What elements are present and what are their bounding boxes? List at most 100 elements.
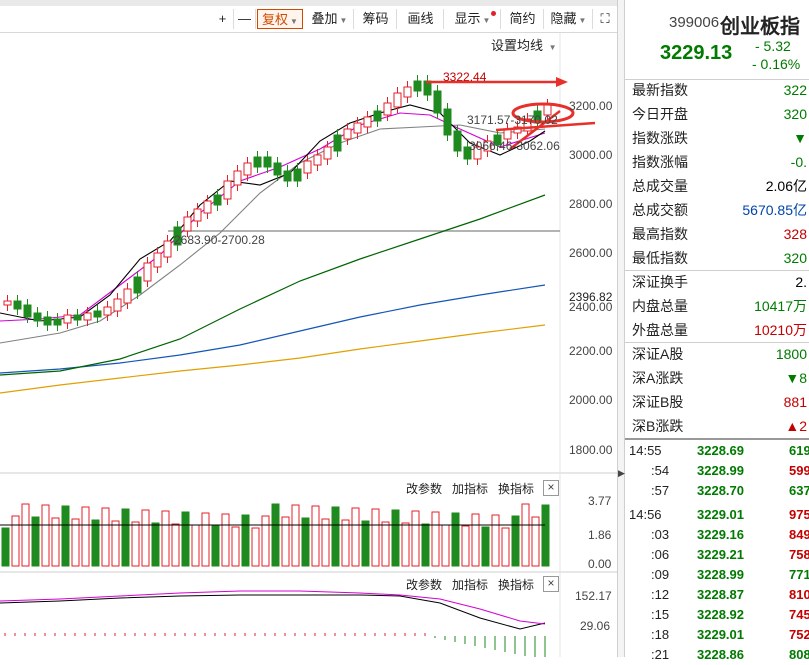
volume-bar [31, 516, 40, 567]
fuquan-button[interactable]: 复权 ▼ [257, 9, 303, 29]
quote-panel: 399006 创业板指 3229.13 - 5.32 - 0.16% 最新指数 3… [625, 0, 809, 662]
stat-label: 深A涨跌 [632, 370, 684, 386]
candle-body [103, 306, 112, 316]
candle-body [113, 298, 122, 312]
tick-time: 14:56 [629, 507, 662, 522]
index-code: 399006 [669, 14, 720, 31]
stat-value: 2. [795, 274, 807, 290]
chevron-down-icon: ▼ [339, 16, 348, 25]
ma60-line [0, 194, 546, 376]
yincang-button[interactable]: 隐藏 ▼ [545, 9, 593, 29]
candle-body [303, 160, 312, 174]
tick-row: 14:56 3229.01 975 [625, 505, 809, 525]
ma-setting-label: 设置均线 [491, 38, 544, 53]
stat-row: 内盘总量 10417万 [625, 294, 809, 318]
tick-time: :12 [651, 587, 670, 602]
tick-volume: 849 [789, 527, 809, 542]
range-label: 3066.46-3062.06 [469, 139, 560, 153]
tick-price: 3228.69 [697, 443, 744, 458]
volume-bar [121, 508, 130, 567]
chart-toolbar: + — 复权 ▼ 叠加 ▼ 筹码 画线 显示 ▼ 简约 隐藏 ▼ ⛶ [0, 6, 617, 33]
volume-bar [81, 506, 90, 567]
y-tick-label: 2600.00 [569, 246, 613, 260]
stat-label: 最低指数 [632, 250, 688, 266]
volume-change-param-button[interactable]: 改参数 [406, 480, 442, 497]
stat-value: 10210万 [754, 322, 807, 338]
kline-chart-area[interactable]: 设置均线 ▼ 3322.44 3171.57-3170.02 3066.46-3… [0, 33, 617, 657]
volume-close-icon[interactable]: × [543, 480, 559, 496]
candle-body [83, 312, 92, 321]
candle-body [3, 300, 12, 306]
diejia-label: 叠加 [311, 11, 338, 26]
stat-value: ▼ [793, 130, 807, 146]
volume-bar [201, 512, 210, 567]
ma120-line [0, 284, 546, 374]
candle-body [273, 162, 282, 176]
ma-setting-button[interactable]: 设置均线 ▼ [491, 35, 557, 54]
candle-body [413, 80, 422, 92]
jianyue-button[interactable]: 简约 [502, 9, 544, 29]
chouma-button[interactable]: 筹码 [355, 9, 397, 29]
tick-row: :09 3228.99 771 [625, 565, 809, 585]
panel-splitter[interactable]: ▶ [617, 0, 625, 657]
index-change: - 5.32 [755, 38, 791, 54]
fullscreen-icon[interactable]: ⛶ [594, 9, 616, 29]
volume-y-label: 1.86 [588, 528, 612, 542]
volume-bar [151, 522, 160, 567]
macd-switch-indicator-button[interactable]: 换指标 [498, 576, 534, 593]
zoom-in-button[interactable]: + [212, 9, 234, 29]
volume-bar [61, 505, 70, 567]
diejia-button[interactable]: 叠加 ▼ [306, 9, 354, 29]
stat-row: 深B涨跌 ▲2 [625, 414, 809, 438]
volume-bar [261, 515, 270, 567]
volume-bar [181, 511, 190, 567]
volume-bar [311, 505, 320, 567]
volume-bar [101, 507, 110, 567]
chevron-down-icon: ▼ [482, 16, 491, 25]
candle-body [123, 288, 132, 304]
candle-body [93, 310, 102, 318]
stat-label: 深证换手 [632, 274, 688, 290]
tick-price: 3229.21 [697, 547, 744, 562]
volume-bar [431, 511, 440, 567]
tick-time: :15 [651, 607, 670, 622]
stat-label: 今日开盘 [632, 106, 688, 122]
tick-row: :12 3228.87 810 [625, 585, 809, 605]
tick-volume: 599 [789, 463, 809, 478]
huaxian-button[interactable]: 画线 [398, 9, 444, 29]
stat-row: 最低指数 320 [625, 246, 809, 270]
candle-body [43, 316, 52, 326]
volume-add-indicator-button[interactable]: 加指标 [452, 480, 488, 497]
volume-bar [91, 519, 100, 567]
index-change-pct: - 0.16% [752, 56, 801, 72]
volume-bar [411, 510, 420, 567]
volume-bar [471, 513, 480, 567]
y-tick-label: 1800.00 [569, 443, 613, 457]
stat-row: 今日开盘 320 [625, 102, 809, 126]
candle-body [203, 200, 212, 214]
macd-add-indicator-button[interactable]: 加指标 [452, 576, 488, 593]
volume-bar [351, 507, 360, 567]
candle-body [313, 154, 322, 166]
expand-arrow-icon[interactable]: ▶ [618, 468, 625, 479]
tick-price: 3229.16 [697, 527, 744, 542]
tick-volume: 758 [789, 547, 809, 562]
candle-body [193, 208, 202, 222]
macd-y-label: 29.06 [580, 619, 611, 633]
volume-bar [401, 522, 410, 567]
macd-change-param-button[interactable]: 改参数 [406, 576, 442, 593]
candle-body [253, 156, 262, 168]
macd-close-icon[interactable]: × [543, 576, 559, 592]
xianshi-button[interactable]: 显示 ▼ [445, 9, 501, 29]
stat-value: 10417万 [754, 298, 807, 314]
candle-body [453, 130, 462, 152]
chevron-down-icon: ▼ [290, 17, 298, 26]
tick-time: :57 [651, 483, 670, 498]
stat-value: 1800 [775, 346, 807, 362]
range-label: 3171.57-3170.02 [467, 113, 558, 127]
xianshi-label: 显示 [454, 11, 481, 26]
stat-label: 最高指数 [632, 226, 688, 242]
zoom-out-button[interactable]: — [234, 9, 256, 29]
volume-switch-indicator-button[interactable]: 换指标 [498, 480, 534, 497]
volume-bar [381, 521, 390, 567]
